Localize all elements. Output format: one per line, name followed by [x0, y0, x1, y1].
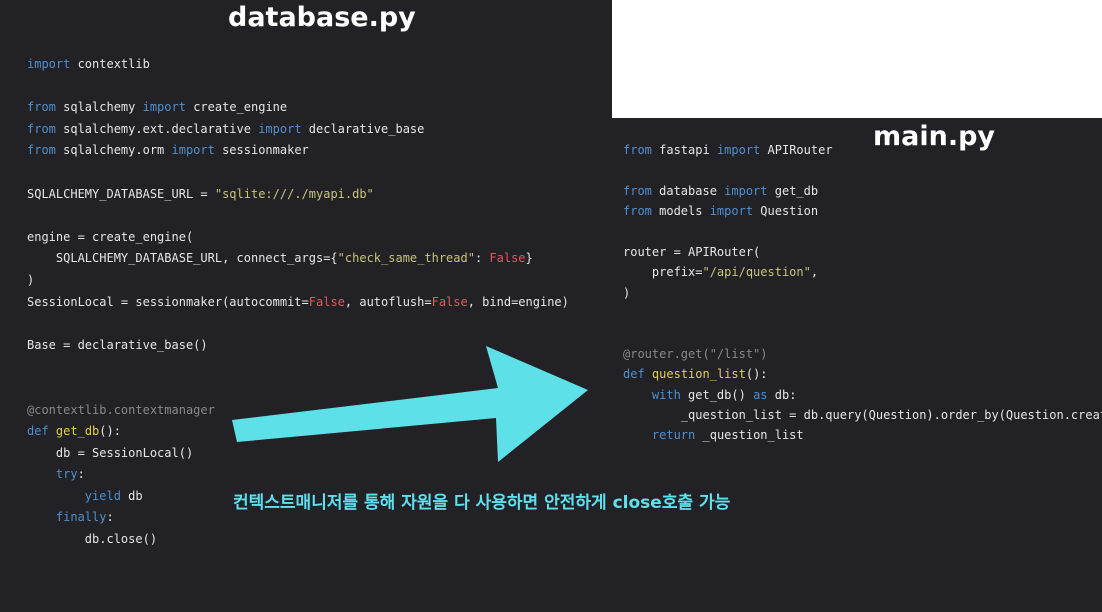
caption-text: 컨텍스트매니저를 통해 자원을 다 사용하면 안전하게 close호출 가능 — [233, 493, 731, 513]
arrow-shape — [232, 346, 588, 462]
arrow-icon — [232, 346, 588, 462]
